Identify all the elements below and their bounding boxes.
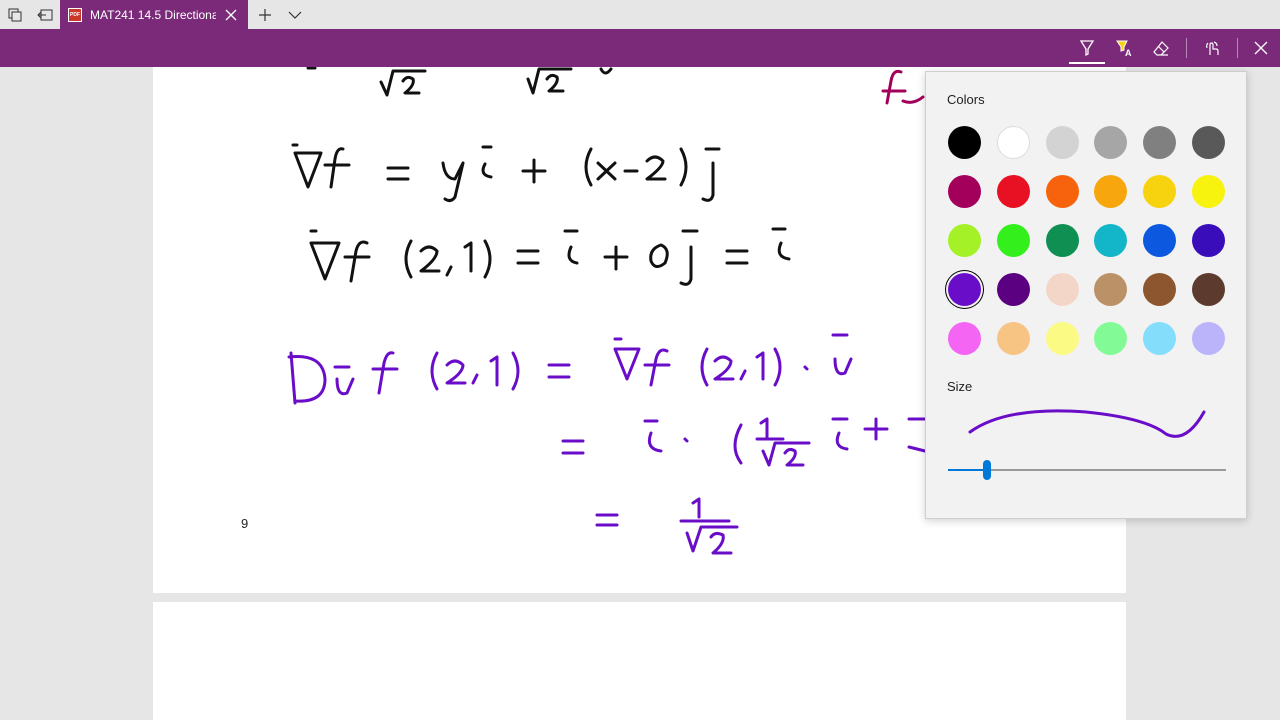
ink-line-purple [561,417,927,467]
color-swatch[interactable] [948,126,981,159]
close-icon [1254,41,1268,55]
pen-color-flyout: Colors Size [925,71,1247,519]
eraser-button[interactable] [1143,29,1179,67]
color-swatch[interactable] [1143,273,1177,306]
touch-writing-button[interactable] [1194,29,1230,67]
plus-icon [258,8,271,21]
new-tab-button[interactable] [250,0,279,29]
ink-line-black [309,227,791,286]
color-swatch[interactable] [1192,273,1225,306]
chevron-down-icon [288,11,301,19]
color-swatch[interactable] [996,273,1030,306]
color-swatch[interactable] [1045,322,1079,355]
color-swatch[interactable] [1143,224,1177,257]
size-slider-thumb[interactable] [982,460,991,480]
color-swatch[interactable] [1094,322,1128,355]
color-swatch[interactable] [1143,175,1177,208]
tabs-icon [8,8,21,21]
color-swatch[interactable] [948,322,981,355]
pen-button[interactable] [1069,29,1105,67]
pdf-page [153,602,1126,720]
color-swatch[interactable] [1192,224,1225,257]
size-label: Size [947,379,973,394]
color-swatch[interactable] [1094,126,1128,159]
set-aside-button[interactable] [30,0,59,29]
color-swatch[interactable] [948,224,981,257]
ink-line-black [291,143,721,203]
colors-label: Colors [947,92,985,107]
highlighter-button[interactable]: A [1106,29,1142,67]
color-swatch[interactable] [1094,175,1128,208]
close-icon [225,9,237,20]
highlighter-icon: A [1116,40,1132,57]
size-slider[interactable] [948,460,1226,480]
toolbar-divider [1237,38,1238,58]
size-slider-fill [948,469,987,471]
tab-manager-button[interactable] [0,0,29,29]
color-swatch[interactable] [996,175,1030,208]
tab-active[interactable]: PDF MAT241 14.5 Directional [60,0,248,29]
color-swatch[interactable] [1094,224,1128,257]
color-swatch[interactable] [1045,126,1079,159]
pdf-icon: PDF [68,7,82,22]
touch-write-icon [1206,41,1219,55]
tab-strip: PDF MAT241 14.5 Directional [0,0,1280,29]
tab-preview-button[interactable] [280,0,309,29]
ink-line-purple [287,333,853,405]
toolbar-divider [1186,38,1187,58]
color-swatch[interactable] [1192,322,1225,355]
ink-line-black [306,67,613,97]
color-swatch[interactable] [1143,322,1177,355]
color-swatch[interactable] [948,175,981,208]
color-swatch[interactable] [1045,224,1079,257]
eraser-icon [1153,41,1169,56]
size-preview-stroke [968,409,1206,438]
page-number: 9 [241,516,249,531]
close-tab-button[interactable] [222,6,240,24]
svg-text:A: A [1125,48,1132,57]
set-aside-icon [36,9,52,20]
ink-line-purple [595,497,739,555]
color-swatch[interactable] [1143,126,1177,159]
ink-toolbar: A [0,29,1280,67]
color-swatch[interactable] [948,273,981,306]
color-swatch[interactable] [996,224,1030,257]
color-swatch[interactable] [1045,175,1079,208]
tab-title: MAT241 14.5 Directional [90,7,216,22]
color-swatch[interactable] [996,322,1030,355]
color-swatch[interactable] [1094,273,1128,306]
color-swatch[interactable] [1192,175,1225,208]
ink-line-magenta [881,69,925,105]
pen-icon [1079,40,1095,57]
color-swatch[interactable] [996,126,1030,159]
exit-inking-button[interactable] [1243,29,1279,67]
color-swatch[interactable] [1192,126,1225,159]
color-swatch[interactable] [1045,273,1079,306]
